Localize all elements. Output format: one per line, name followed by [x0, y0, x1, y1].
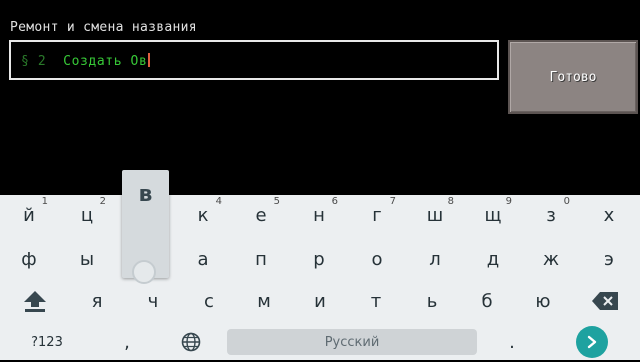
key-з[interactable]: з0 — [522, 195, 580, 235]
key-т[interactable]: т — [347, 281, 405, 321]
space-bar[interactable]: Русский — [227, 329, 477, 355]
key-ф[interactable]: ф — [0, 239, 58, 279]
text-cursor — [148, 53, 151, 67]
soft-keyboard: й1 ц2 у3 к4 е5 н6 г7 ш8 щ9 з0 х ф ы в а … — [0, 195, 640, 360]
key-preview-popup: в — [122, 170, 169, 284]
touch-indicator — [132, 260, 156, 284]
comma-key[interactable]: , — [98, 322, 156, 362]
key-е[interactable]: е5 — [232, 195, 290, 235]
chevron-right-icon — [587, 335, 597, 349]
key-р[interactable]: р — [290, 239, 348, 279]
key-с[interactable]: с — [180, 281, 238, 321]
key-ц[interactable]: ц2 — [58, 195, 116, 235]
item-name-input[interactable]: § 2 Создать Ов — [9, 40, 499, 80]
key-а[interactable]: а — [174, 239, 232, 279]
screen-title: Ремонт и смена названия — [10, 20, 197, 35]
key-ы[interactable]: ы — [58, 239, 116, 279]
key-ю[interactable]: ю — [514, 281, 572, 321]
rename-screen: Ремонт и смена названия § 2 Создать Ов Г… — [0, 0, 640, 195]
shift-arrow-icon — [24, 291, 46, 312]
shift-key[interactable] — [6, 281, 64, 321]
key-ш[interactable]: ш8 — [406, 195, 464, 235]
key-й[interactable]: й1 — [0, 195, 58, 235]
backspace-key[interactable] — [576, 281, 634, 321]
key-ч[interactable]: ч — [124, 281, 182, 321]
key-п[interactable]: п — [232, 239, 290, 279]
language-key[interactable] — [162, 322, 220, 362]
backspace-icon — [592, 292, 618, 310]
key-к[interactable]: к4 — [174, 195, 232, 235]
period-key[interactable]: . — [483, 322, 541, 362]
key-м[interactable]: м — [235, 281, 293, 321]
key-б[interactable]: б — [458, 281, 516, 321]
enter-button[interactable] — [576, 326, 608, 358]
globe-icon — [181, 332, 201, 352]
item-name-value: Создать Ов — [63, 54, 148, 69]
symbols-key[interactable]: ?123 — [18, 322, 76, 362]
key-г[interactable]: г7 — [348, 195, 406, 235]
done-button[interactable]: Готово — [508, 40, 638, 114]
key-н[interactable]: н6 — [290, 195, 348, 235]
key-ж[interactable]: ж — [522, 239, 580, 279]
key-о[interactable]: о — [348, 239, 406, 279]
key-д[interactable]: д — [464, 239, 522, 279]
key-preview-letter: в — [138, 182, 153, 207]
key-и[interactable]: и — [291, 281, 349, 321]
key-ь[interactable]: ь — [403, 281, 461, 321]
key-л[interactable]: л — [406, 239, 464, 279]
key-э[interactable]: э — [580, 239, 638, 279]
key-х[interactable]: х — [580, 195, 638, 235]
key-я[interactable]: я — [68, 281, 126, 321]
format-code: § 2 — [21, 54, 47, 69]
key-щ[interactable]: щ9 — [464, 195, 522, 235]
